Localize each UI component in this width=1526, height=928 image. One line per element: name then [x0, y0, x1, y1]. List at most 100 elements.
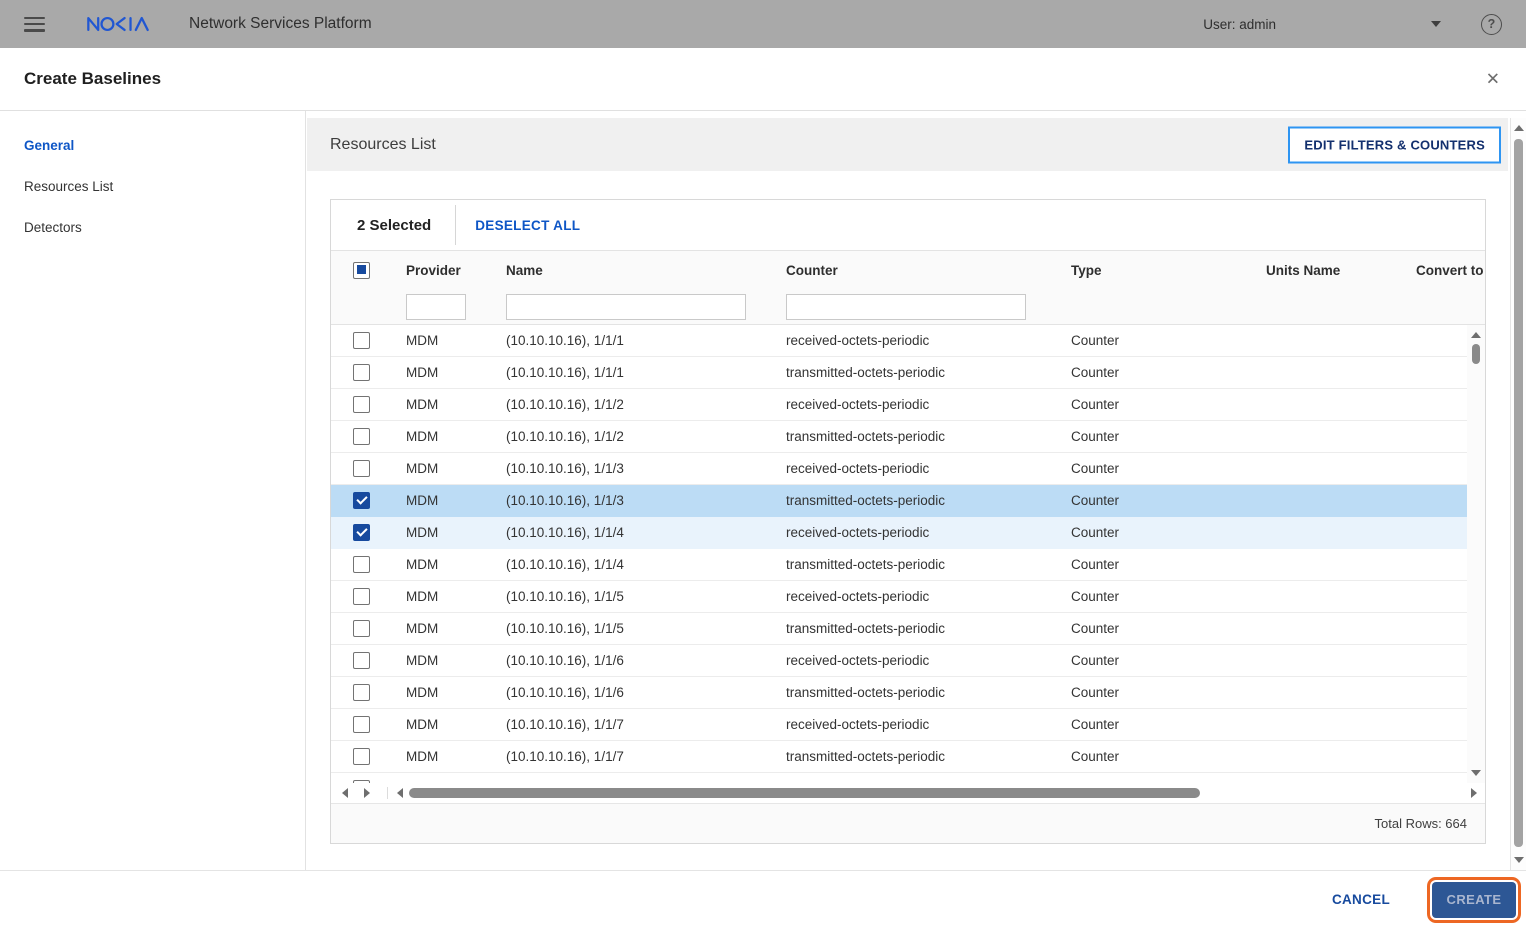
table-row[interactable]: MDM (10.10.10.16), 1/1/4 received-octets-p…	[331, 517, 1467, 549]
cell-name: (10.10.10.16), 1/1/3	[506, 493, 624, 508]
cell-provider: MDM	[406, 461, 439, 476]
table-row[interactable]: MDM (10.10.10.16), 1/1/2 transmitted-octet…	[331, 421, 1467, 453]
table-row[interactable]: MDM (10.10.10.16), 1/1/3 transmitted-octet…	[331, 485, 1467, 517]
horizontal-scroll-track[interactable]	[409, 787, 1463, 799]
cell-name: (10.10.10.16), 1/1/7	[506, 749, 624, 764]
table-row[interactable]: MDM (10.10.10.16), 1/1/1 received-octets-p…	[331, 325, 1467, 357]
row-checkbox[interactable]	[353, 779, 370, 783]
cancel-button[interactable]: CANCEL	[1332, 892, 1390, 907]
horizontal-scroll-thumb[interactable]	[409, 788, 1200, 798]
scrollbar-thumb[interactable]	[1472, 344, 1480, 364]
table-row[interactable]: MDM (10.10.10.16), 1/1/5 transmitted-octet…	[331, 613, 1467, 645]
row-checkbox[interactable]	[353, 459, 370, 477]
chevron-down-icon[interactable]	[1431, 21, 1441, 27]
app-window: Network Services Platform User: admin ? …	[0, 0, 1526, 928]
cell-provider: MDM	[406, 525, 439, 540]
page-left-icon[interactable]	[342, 788, 348, 798]
row-checkbox[interactable]	[353, 619, 370, 637]
column-header-counter[interactable]: Counter	[786, 263, 1071, 278]
table-horizontal-scrollbar	[331, 783, 1485, 803]
table-row[interactable]: MDM (10.10.10.16), 1/1/1 transmitted-octet…	[331, 357, 1467, 389]
top-bar: Network Services Platform User: admin ?	[0, 0, 1526, 48]
row-checkbox[interactable]	[353, 331, 370, 349]
table-row[interactable]: MDM (10.10.10.16), 1/1/7 received-octets-p…	[331, 709, 1467, 741]
scroll-left-icon[interactable]	[397, 788, 403, 798]
table-body: MDM (10.10.10.16), 1/1/1 received-octets-p…	[331, 325, 1485, 783]
dialog-header: Create Baselines ✕	[0, 48, 1526, 111]
row-checkbox[interactable]	[353, 395, 370, 413]
cell-type: Counter	[1071, 525, 1120, 540]
row-checkbox[interactable]	[353, 715, 370, 733]
divider	[387, 787, 388, 799]
row-checkbox[interactable]	[353, 523, 370, 541]
cell-provider: MDM	[406, 589, 439, 604]
cell-name: (10.10.10.16), 1/1/6	[506, 653, 624, 668]
table-row[interactable]: MDM (10.10.10.16), 1/1/6 transmitted-octet…	[331, 677, 1467, 709]
help-icon[interactable]: ?	[1481, 13, 1502, 35]
create-button[interactable]: CREATE	[1432, 881, 1516, 918]
logo-letter-n	[87, 16, 100, 32]
cell-type: Counter	[1071, 685, 1120, 700]
row-checkbox[interactable]	[353, 363, 370, 381]
dialog-sidebar: General Resources List Detectors	[0, 111, 306, 870]
cell-counter: received-octets-periodic	[786, 525, 930, 540]
table-row[interactable]: MDM (10.10.10.16), 1/1/5 received-octets-p…	[331, 581, 1467, 613]
scroll-up-icon[interactable]	[1513, 125, 1524, 131]
table-header-row: Provider Name Counter Type Units Name Co…	[331, 250, 1485, 290]
scroll-up-icon[interactable]	[1471, 332, 1481, 338]
row-checkbox[interactable]	[353, 683, 370, 701]
cell-counter: received-octets-periodic	[786, 397, 930, 412]
user-menu-label[interactable]: User: admin	[1203, 17, 1276, 32]
cell-type: Counter	[1071, 429, 1120, 444]
column-header-units-name[interactable]: Units Name	[1266, 263, 1416, 278]
table-vertical-scrollbar[interactable]	[1467, 325, 1485, 783]
column-header-type[interactable]: Type	[1071, 263, 1266, 278]
cell-provider: MDM	[406, 749, 439, 764]
name-filter-input[interactable]	[506, 294, 746, 320]
row-checkbox[interactable]	[353, 555, 370, 573]
cell-provider: MDM	[406, 781, 506, 783]
provider-filter-input[interactable]	[406, 294, 466, 320]
table-row[interactable]: MDM(10.10.10.16), 1/2/1received-octets-p…	[331, 773, 1467, 783]
table-row[interactable]: MDM (10.10.10.16), 1/1/7 transmitted-octet…	[331, 741, 1467, 773]
logo-letter-o	[100, 16, 115, 32]
column-header-convert-to[interactable]: Convert to	[1416, 263, 1485, 278]
cell-provider: MDM	[406, 685, 439, 700]
menu-icon[interactable]	[24, 16, 45, 32]
row-checkbox[interactable]	[353, 587, 370, 605]
scroll-down-icon[interactable]	[1471, 770, 1481, 776]
total-rows-label: Total Rows: 664	[1374, 816, 1468, 831]
sidebar-item-general[interactable]: General	[0, 125, 305, 166]
page-right-icon[interactable]	[364, 788, 370, 798]
cell-name: (10.10.10.16), 1/1/5	[506, 621, 624, 636]
sidebar-item-resources-list[interactable]: Resources List	[0, 166, 305, 207]
cell-provider: MDM	[406, 429, 439, 444]
row-checkbox[interactable]	[353, 491, 370, 509]
dialog-title: Create Baselines	[24, 69, 162, 88]
row-checkbox[interactable]	[353, 427, 370, 445]
row-checkbox[interactable]	[353, 651, 370, 669]
cell-type: Counter	[1071, 749, 1120, 764]
select-all-checkbox[interactable]	[353, 261, 370, 279]
table-row[interactable]: MDM (10.10.10.16), 1/1/6 received-octets-p…	[331, 645, 1467, 677]
cell-name: (10.10.10.16), 1/1/4	[506, 557, 624, 572]
page-vertical-scrollbar[interactable]	[1510, 118, 1526, 870]
edit-filters-counters-button[interactable]: EDIT FILTERS & COUNTERS	[1288, 126, 1501, 163]
cell-counter: transmitted-octets-periodic	[786, 365, 946, 380]
scroll-down-icon[interactable]	[1513, 857, 1524, 863]
deselect-all-button[interactable]: DESELECT ALL	[475, 218, 580, 233]
column-header-name[interactable]: Name	[506, 263, 786, 278]
counter-filter-input[interactable]	[786, 294, 1026, 320]
table-row[interactable]: MDM (10.10.10.16), 1/1/3 received-octets-p…	[331, 453, 1467, 485]
sidebar-item-detectors[interactable]: Detectors	[0, 207, 305, 248]
cell-counter: transmitted-octets-periodic	[786, 685, 946, 700]
row-checkbox[interactable]	[353, 747, 370, 765]
table-row[interactable]: MDM (10.10.10.16), 1/1/4 transmitted-octet…	[331, 549, 1467, 581]
table-row[interactable]: MDM (10.10.10.16), 1/1/2 received-octets-p…	[331, 389, 1467, 421]
column-header-provider[interactable]: Provider	[406, 263, 506, 278]
scroll-right-icon[interactable]	[1471, 788, 1477, 798]
close-icon[interactable]: ✕	[1486, 71, 1500, 88]
cell-name: (10.10.10.16), 1/2/1	[506, 781, 786, 783]
page-scrollbar-thumb[interactable]	[1514, 139, 1523, 847]
table-footer: Total Rows: 664	[331, 803, 1485, 843]
